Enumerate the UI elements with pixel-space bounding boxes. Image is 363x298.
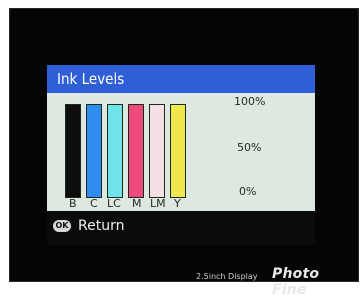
ink-label-lc: LC bbox=[107, 197, 121, 210]
ink-bar-m bbox=[128, 104, 144, 198]
ink-bar-y bbox=[170, 104, 186, 198]
brand-logo-text: Photo Fine bbox=[272, 266, 320, 298]
screen-footer: OK Return bbox=[47, 211, 315, 245]
screen-title: Ink Levels bbox=[57, 70, 125, 88]
return-label: Return bbox=[78, 218, 125, 234]
scale-label-50: 50% bbox=[237, 141, 262, 154]
ink-label-m: M bbox=[132, 197, 142, 210]
display-size-label: 2.5inch Display bbox=[196, 272, 258, 281]
device-photo: Ink Levels B C LC M LM Y 100% 50% 0% OK … bbox=[9, 8, 359, 298]
lcd-screen: Ink Levels B C LC M LM Y 100% 50% 0% OK … bbox=[47, 65, 315, 245]
title-bar: Ink Levels bbox=[47, 65, 315, 93]
ink-bar-lm bbox=[149, 104, 165, 198]
ok-button-icon[interactable]: OK bbox=[53, 220, 71, 232]
ink-bar-b bbox=[65, 104, 81, 198]
ink-bar-c bbox=[86, 104, 102, 198]
ink-label-b: B bbox=[69, 197, 77, 210]
ink-label-y: Y bbox=[174, 197, 181, 210]
ink-levels-panel: B C LC M LM Y 100% 50% 0% bbox=[47, 93, 315, 211]
ink-bar-lc bbox=[107, 104, 123, 198]
ink-label-c: C bbox=[90, 197, 98, 210]
scale-label-100: 100% bbox=[234, 95, 266, 108]
ink-label-lm: LM bbox=[150, 197, 166, 210]
scale-label-0: 0% bbox=[239, 185, 257, 198]
